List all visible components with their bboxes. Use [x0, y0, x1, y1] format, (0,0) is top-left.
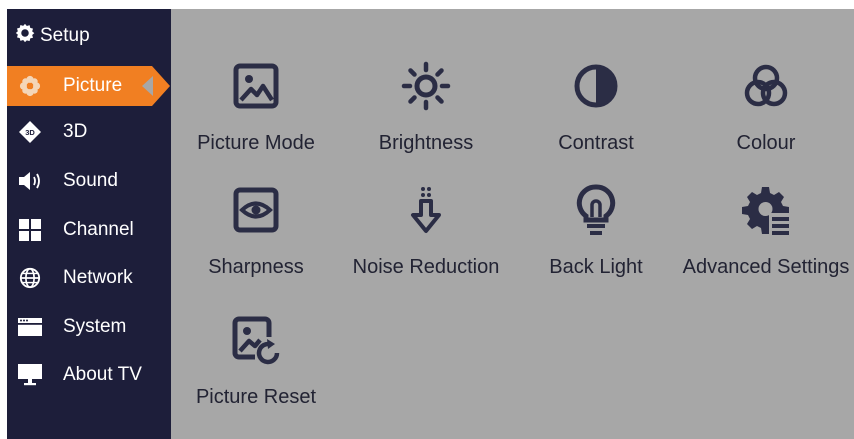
tile-label: Picture Reset [195, 386, 317, 408]
sidebar-item-label: Network [63, 267, 133, 288]
setup-header: Setup [15, 23, 90, 49]
3d-icon: 3D [17, 119, 43, 145]
back-light-tile[interactable]: Back Light [511, 179, 681, 289]
sidebar-item-system[interactable]: System [7, 307, 171, 347]
sidebar: Setup Picture 3D 3D Sound Channel Networ… [7, 9, 171, 439]
setup-title: Setup [40, 25, 90, 46]
noise-reduction-tile[interactable]: Noise Reduction [341, 179, 511, 289]
sidebar-item-label: Picture [63, 75, 123, 96]
sidebar-item-network[interactable]: Network [7, 258, 171, 298]
noise-arrow-icon [341, 179, 511, 241]
colour-tile[interactable]: Colour [681, 55, 851, 165]
advanced-settings-tile[interactable]: Advanced Settings [681, 179, 851, 289]
gear-icon [15, 23, 40, 49]
monitor-icon [17, 362, 43, 388]
tile-label: Advanced Settings [682, 256, 850, 278]
brightness-tile[interactable]: Brightness [341, 55, 511, 165]
sidebar-item-sound[interactable]: Sound [7, 161, 171, 201]
gear-list-icon [681, 179, 851, 241]
sidebar-item-label: Channel [63, 219, 134, 240]
color-circles-icon [681, 55, 851, 117]
contrast-icon [511, 55, 681, 117]
app-window: Setup Picture 3D 3D Sound Channel Networ… [7, 9, 854, 439]
svg-text:3D: 3D [25, 128, 35, 137]
sidebar-item-picture[interactable]: Picture [7, 66, 170, 106]
sidebar-item-channel[interactable]: Channel [7, 210, 171, 250]
sun-icon [341, 55, 511, 117]
globe-icon [17, 265, 43, 291]
sidebar-item-about-tv[interactable]: About TV [7, 355, 171, 395]
picture-mode-tile[interactable]: Picture Mode [171, 55, 341, 165]
flower-icon [17, 73, 43, 99]
grid-icon [17, 217, 43, 243]
speaker-icon [17, 168, 43, 194]
contrast-tile[interactable]: Contrast [511, 55, 681, 165]
sidebar-item-label: About TV [63, 364, 142, 385]
sidebar-item-label: Sound [63, 170, 118, 191]
image-reset-icon [171, 309, 341, 371]
picture-reset-tile[interactable]: Picture Reset [171, 309, 341, 419]
image-icon [171, 55, 341, 117]
sidebar-item-3d[interactable]: 3D 3D [7, 112, 171, 152]
sidebar-item-label: 3D [63, 121, 88, 142]
eye-icon [171, 179, 341, 241]
bulb-icon [511, 179, 681, 241]
tile-label: Colour [736, 132, 796, 154]
system-window-icon [17, 314, 43, 340]
sidebar-item-label: System [63, 316, 127, 337]
picture-settings-panel: Picture Mode Brightness Contrast Colour … [171, 9, 854, 439]
sharpness-tile[interactable]: Sharpness [171, 179, 341, 289]
